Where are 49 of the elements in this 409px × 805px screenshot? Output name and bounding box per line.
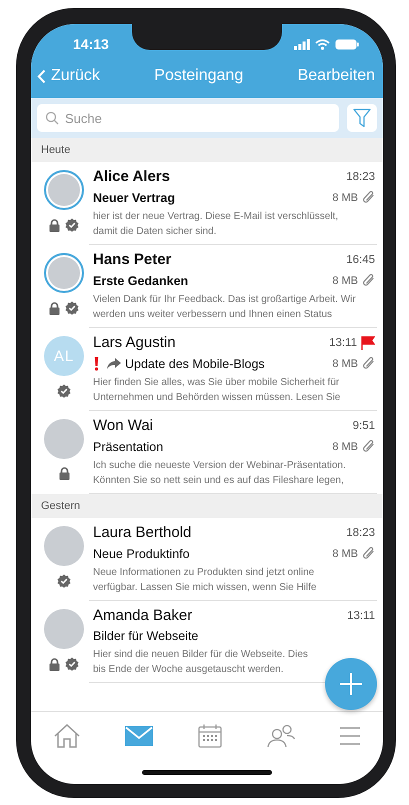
status-time: 14:13	[73, 36, 109, 52]
message-preview: Hier sind die neuen Bilder für die Webseite. Dies bis Ende der Woche ausgetauscht werden.	[93, 648, 309, 677]
signal-icon	[294, 38, 310, 50]
search-icon	[45, 111, 59, 125]
funnel-icon	[353, 108, 371, 128]
sender-name: Won Wai	[93, 417, 154, 434]
message-time: 13:11	[347, 610, 375, 622]
filter-button[interactable]	[347, 104, 377, 132]
message-subject: Erste Gedanken	[93, 274, 190, 288]
message-subject: Update des Mobile-Blogs	[125, 356, 266, 370]
wifi-icon	[315, 38, 330, 50]
message-size: 8 MB	[332, 274, 358, 286]
message-preview: Vielen Dank für Ihr Feedback. Das ist großartige Arbeit. Wir werden uns weiter verbessern und Ihnen einen Status	[93, 293, 357, 322]
sender-name: Amanda Baker	[93, 607, 194, 624]
compose-button[interactable]	[325, 658, 377, 710]
calendar-icon	[198, 724, 222, 748]
message-size: 8 MB	[332, 192, 358, 204]
sender-name: Alice Alers	[93, 168, 171, 185]
sender-name: Hans Peter	[93, 251, 172, 268]
sender-name: Laura Berthold	[93, 524, 192, 541]
chevron-left-icon	[37, 68, 46, 84]
menu-icon	[340, 727, 360, 745]
message-time: 16:45	[346, 254, 375, 266]
message-size: 8 MB	[332, 358, 358, 370]
message-preview: hier ist der neue Vertrag. Diese E-Mail ist verschlüsselt, damit die Daten sicher sind.	[93, 210, 340, 239]
message-size: 8 MB	[332, 440, 358, 452]
message-time: 18:23	[346, 170, 375, 182]
battery-icon	[335, 38, 359, 50]
section-header: Gestern	[41, 500, 80, 512]
message-subject: Neue Produktinfo	[93, 546, 191, 560]
message-preview: Ich suche die neueste Version der Webinar-Präsentation. Könnten Sie so nett sein und es auf das Fileshare legen,	[93, 459, 347, 488]
search-field[interactable]: Suche	[37, 104, 339, 132]
message-time: 18:23	[346, 526, 375, 538]
section-header: Heute	[41, 144, 70, 156]
message-size: 8 MB	[332, 548, 358, 560]
people-icon	[267, 724, 296, 748]
initials-avatar: AL	[44, 336, 84, 376]
house-icon	[54, 724, 80, 748]
message-time: 9:51	[352, 420, 375, 432]
message-subject: Präsentation	[93, 440, 164, 454]
message-preview: Neue Informationen zu Produkten sind jetzt online verfügbar. Lassen Sie mich wissen, wenn Sie Hilfe	[93, 566, 318, 595]
envelope-icon	[124, 726, 153, 746]
message-subject: Bilder für Webseite	[93, 629, 200, 643]
plus-icon	[340, 673, 362, 695]
message-subject: Neuer Vertrag	[93, 190, 176, 204]
sender-name: Lars Agustin	[93, 334, 177, 351]
screen-title: Posteingang	[154, 67, 244, 85]
message-preview: Hier finden Sie alles, was Sie über mobile Sicherheit für Unternehmen und Behörden wissen müssen. Lesen Sie	[93, 376, 342, 405]
message-time: 13:11	[329, 336, 357, 348]
